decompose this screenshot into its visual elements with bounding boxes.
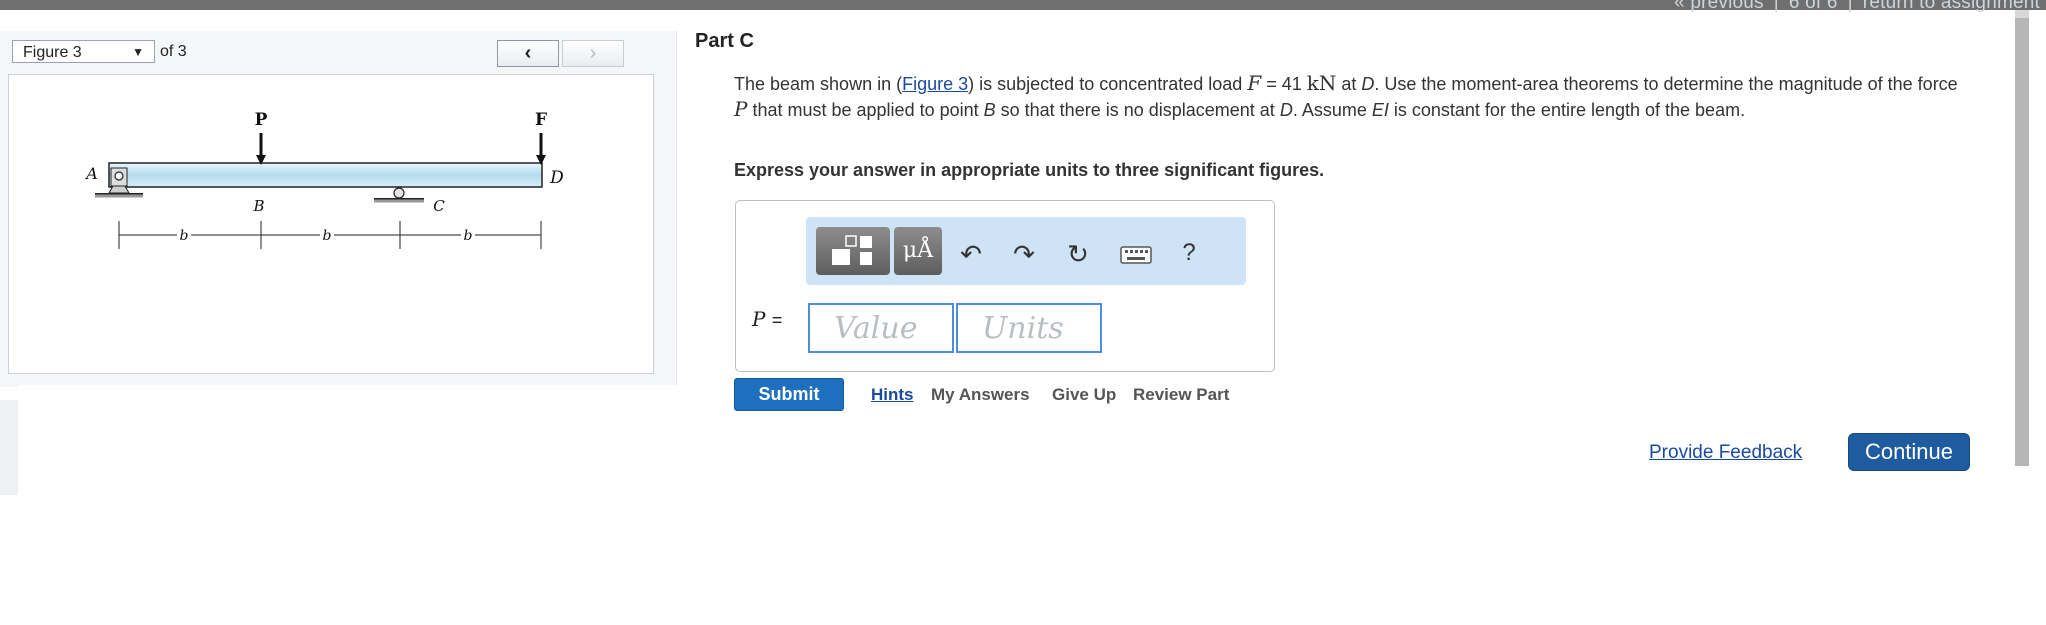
figure-canvas: P F A B C D b b b: [8, 74, 654, 374]
answer-variable: P: [752, 307, 766, 331]
templates-button[interactable]: [816, 227, 890, 275]
units-label: μÅ: [902, 238, 934, 263]
load-arrow-p: [256, 133, 266, 165]
hints-link[interactable]: Hints: [871, 385, 914, 405]
submit-button[interactable]: Submit: [734, 378, 844, 411]
keyboard-icon[interactable]: [1118, 241, 1154, 272]
label-f: F: [535, 110, 547, 130]
label-p: P: [255, 110, 268, 130]
assignment-nav: « previous | 6 of 6 | return to assignment: [1674, 0, 2040, 14]
dropdown-caret-icon: ▼: [132, 45, 144, 59]
figure-panel: Figure 3 ▼ of 3 ‹ › P F A B C D b b b: [0, 31, 677, 387]
continue-button[interactable]: Continue: [1848, 433, 1970, 471]
units-button[interactable]: μÅ: [894, 227, 942, 275]
previous-link[interactable]: « previous: [1674, 0, 1764, 13]
units-input[interactable]: [956, 303, 1102, 353]
question-segment: = 41: [1261, 74, 1307, 94]
prev-figure-button[interactable]: ‹: [497, 40, 559, 67]
question-text: The beam shown in (Figure 3) is subjecte…: [734, 71, 1964, 123]
var-f: F: [1247, 71, 1262, 95]
chevron-left-icon: ‹: [524, 42, 532, 64]
question-segment: ) is subjected to concentrated load: [968, 74, 1248, 94]
review-part-link[interactable]: Review Part: [1133, 385, 1229, 405]
help-button[interactable]: ?: [1174, 239, 1204, 267]
question-segment: . Use the moment-area theorems to determ…: [1374, 74, 1958, 94]
white-overlay: [18, 385, 708, 495]
give-up-link[interactable]: Give Up: [1052, 385, 1116, 405]
question-segment: is constant for the entire length of the…: [1388, 100, 1746, 120]
span-label: b: [464, 228, 473, 244]
answer-box: μÅ ↶ ↷ ↻ ? P =: [735, 200, 1275, 372]
return-link[interactable]: return to assignment: [1863, 0, 2040, 13]
point-d: D: [1361, 74, 1375, 94]
point-b: B: [983, 100, 996, 120]
var-ei: EI: [1371, 100, 1389, 120]
undo-icon[interactable]: ↶: [956, 239, 986, 270]
answer-label: P =: [752, 307, 782, 331]
instruction-text: Express your answer in appropriate units…: [734, 160, 1325, 180]
question-segment: so that there is no displacement at: [995, 100, 1280, 120]
item-position: 6 of 6: [1788, 0, 1838, 13]
beam: [108, 162, 543, 188]
question-segment: . Assume: [1292, 100, 1372, 120]
value-input[interactable]: [808, 303, 954, 353]
figure-select[interactable]: Figure 3 ▼: [12, 40, 155, 63]
redo-icon[interactable]: ↷: [1009, 239, 1039, 270]
reset-icon[interactable]: ↻: [1063, 239, 1093, 270]
load-arrow-f: [536, 133, 546, 165]
var-p: P: [734, 97, 748, 121]
scrollbar-thumb[interactable]: [2015, 18, 2029, 466]
label-a: A: [84, 164, 98, 183]
nav-separator: |: [1773, 0, 1779, 13]
question-segment: at: [1336, 74, 1362, 94]
my-answers-link[interactable]: My Answers: [931, 385, 1030, 405]
label-c: C: [433, 197, 445, 215]
part-title: Part C: [695, 30, 754, 52]
chevron-right-icon: ›: [589, 42, 597, 64]
figure-link[interactable]: Figure 3: [902, 74, 968, 94]
left-strip: [0, 400, 18, 495]
figure-select-value: Figure 3: [23, 44, 82, 61]
provide-feedback-link[interactable]: Provide Feedback: [1649, 442, 1802, 464]
math-toolbar: μÅ ↶ ↷ ↻ ?: [806, 217, 1246, 285]
roller-support-c: [374, 187, 424, 203]
point-d: D: [1279, 100, 1293, 120]
span-label: b: [180, 228, 189, 244]
next-figure-button[interactable]: ›: [562, 40, 624, 67]
span-label: b: [323, 228, 332, 244]
keyboard-shape: [1120, 246, 1152, 264]
beam-diagram: P F A B C D b b b: [84, 110, 564, 249]
templates-icon: [832, 235, 872, 265]
question-segment: that must be applied to point: [747, 100, 984, 120]
scrollbar-track: [2015, 10, 2029, 18]
label-b: B: [252, 197, 264, 215]
nav-separator: |: [1847, 0, 1853, 13]
equals-sign: =: [771, 310, 783, 330]
figure-count: of 3: [160, 43, 187, 60]
label-d: D: [549, 168, 564, 188]
question-segment: The beam shown in (: [734, 74, 903, 94]
unit-kn: kN: [1306, 71, 1337, 95]
